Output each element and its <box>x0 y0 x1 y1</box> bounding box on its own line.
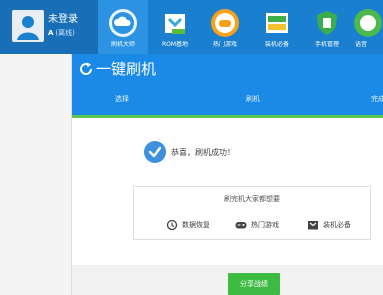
nav-label: 装机必备 <box>264 41 289 48</box>
nav-item-voice[interactable]: 语音 <box>353 0 383 54</box>
page-title: 一键刷机 <box>96 60 157 78</box>
app-window-icon <box>266 13 288 33</box>
status-text: (离线) <box>55 29 75 37</box>
nav-item-flash-master[interactable]: 刷机大师 <box>98 0 148 54</box>
nav-label: 刷机大师 <box>110 41 135 48</box>
success-check-icon <box>144 141 166 163</box>
user-panel[interactable]: 未登录 A (离线) <box>0 0 98 54</box>
nav-item-phone-manager[interactable]: 手机管理 <box>302 0 352 54</box>
link-label: 热门游戏 <box>251 221 279 229</box>
package-icon <box>308 221 318 230</box>
status-mark: A <box>48 29 54 37</box>
card-title: 刷完机大家都想要 <box>224 195 280 203</box>
avatar[interactable] <box>12 10 44 42</box>
nav-item-essentials[interactable]: 装机必备 <box>252 0 302 54</box>
nav-label: 热门游戏 <box>212 41 237 48</box>
title-bar: 一键刷机 <box>72 54 383 85</box>
success-message: 恭喜，刷机成功！ <box>171 148 235 157</box>
step-bar: 选择 刷机 完成 <box>72 85 383 115</box>
user-status: A (离线) <box>48 29 75 37</box>
refresh-icon <box>80 62 93 75</box>
nav-label: ROM基地 <box>161 41 189 48</box>
step-flash: 刷机 <box>246 95 260 103</box>
recommend-card: 刷完机大家都想要 数据恢复 热门游戏 装机必备 <box>133 186 371 240</box>
user-name: 未登录 <box>48 14 78 25</box>
game-controller-icon <box>211 9 239 37</box>
nav-label: 手机管理 <box>314 41 339 48</box>
step-done: 完成 <box>371 95 383 103</box>
nav-item-hot-games[interactable]: 热门游戏 <box>200 0 250 54</box>
nav-item-rom-base[interactable]: ROM基地 <box>150 0 200 54</box>
left-sidebar <box>0 54 72 295</box>
rom-box-icon <box>165 14 185 34</box>
shield-icon <box>317 11 337 35</box>
share-button[interactable]: 分享战绩 <box>228 273 280 295</box>
gamepad-icon <box>235 222 247 229</box>
nav-label: 语音 <box>355 41 368 48</box>
speaker-icon <box>354 9 382 37</box>
restore-icon <box>166 219 178 231</box>
link-label: 装机必备 <box>323 221 351 229</box>
cloud-icon <box>109 9 137 37</box>
step-select: 选择 <box>115 95 129 103</box>
top-nav-bar: 未登录 A (离线) 刷机大师 ROM基地 热门游戏 装机必备 手机管理 语音 <box>0 0 383 54</box>
link-label: 数据恢复 <box>182 221 210 229</box>
